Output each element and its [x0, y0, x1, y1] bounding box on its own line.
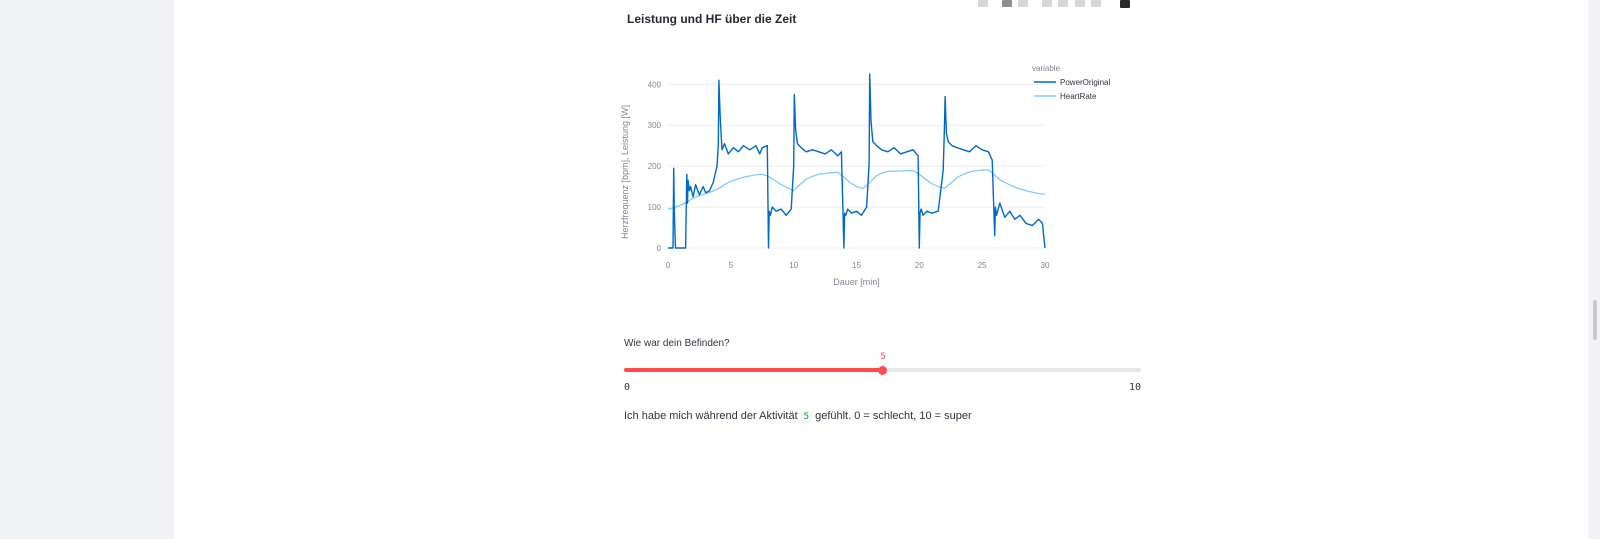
legend-title: variable	[1032, 64, 1061, 73]
result-text: Ich habe mich während der Aktivität 5 gefü…	[624, 410, 972, 423]
slider-min-label: 0	[624, 382, 631, 393]
result-value-code: 5	[800, 411, 813, 423]
x-tick-label: 25	[978, 261, 987, 270]
zoom-out-icon[interactable]	[1058, 0, 1068, 7]
y-tick-label: 0	[657, 244, 662, 253]
line-chart[interactable]: 0 100 200 300 400 0 5 10 15 20 25 30 Dauer [min] Herz…	[620, 54, 1150, 304]
y-tick-label: 100	[648, 203, 662, 212]
series-line-poweroriginal	[668, 73, 1046, 249]
x-tick-label: 30	[1041, 261, 1050, 270]
legend-item-label: HeartRate	[1060, 92, 1097, 101]
slider-track-fill	[624, 368, 882, 372]
y-tick-label: 200	[648, 162, 662, 171]
sidebar	[0, 0, 174, 539]
y-tick-label: 300	[648, 121, 662, 130]
x-tick-label: 20	[915, 261, 924, 270]
zoom-icon[interactable]	[1002, 0, 1012, 7]
reset-axes-icon[interactable]	[1091, 0, 1101, 7]
camera-icon[interactable]	[978, 0, 988, 7]
x-axis-title: Dauer [min]	[833, 277, 880, 287]
x-tick-label: 5	[729, 261, 734, 270]
plotly-modebar	[978, 0, 1168, 8]
y-axis-title: Herzfrequenz [bpm], Leistung [W]	[620, 105, 630, 239]
slider-max-label: 10	[1128, 382, 1141, 393]
result-prefix: Ich habe mich während der Aktivität	[624, 410, 798, 422]
scrollbar-thumb[interactable]	[1593, 300, 1597, 340]
slider-label: Wie war dein Befinden?	[624, 338, 730, 349]
autoscale-icon[interactable]	[1075, 0, 1085, 7]
slider-thumb[interactable]	[878, 366, 887, 375]
plotly-logo-icon[interactable]	[1120, 0, 1130, 8]
x-tick-label: 0	[666, 261, 671, 270]
slider-value-label: 5	[880, 352, 886, 362]
legend-item-label: PowerOriginal	[1060, 78, 1110, 87]
zoom-in-icon[interactable]	[1042, 0, 1052, 7]
scrollbar-track[interactable]	[1588, 0, 1600, 539]
y-tick-label: 400	[648, 80, 662, 89]
x-tick-label: 15	[852, 261, 861, 270]
x-tick-label: 10	[789, 261, 798, 270]
result-suffix: gefühlt. 0 = schlecht, 10 = super	[815, 410, 972, 422]
series-line-heartrate	[667, 169, 1046, 210]
chart-title: Leistung und HF über die Zeit	[627, 12, 797, 26]
pan-icon[interactable]	[1018, 0, 1028, 7]
